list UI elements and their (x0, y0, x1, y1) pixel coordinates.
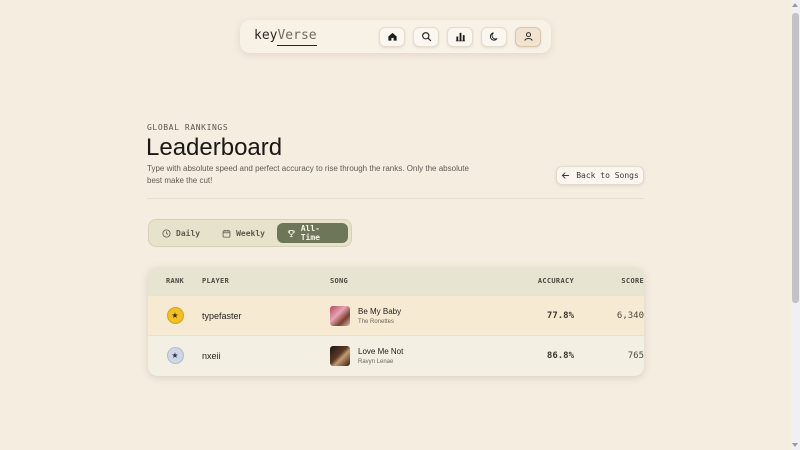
accuracy-value: 77.8% (546, 310, 574, 321)
back-to-songs-label: Back to Songs (576, 171, 639, 180)
accuracy-value: 86.8% (546, 350, 574, 361)
col-player: PLAYER (202, 277, 230, 285)
player-name[interactable]: nxeii (202, 351, 330, 361)
tab-daily[interactable]: Daily (152, 223, 210, 243)
arrow-left-icon (561, 172, 570, 179)
trophy-icon (287, 229, 295, 237)
table-row[interactable]: ★ typefaster Be My Baby The Ronettes 77.… (148, 295, 644, 335)
leaderboard-table: RANK PLAYER SONG ACCURACY SCORE ★ typefa… (148, 267, 644, 376)
album-art (330, 305, 350, 326)
search-button[interactable] (413, 26, 439, 47)
user-icon (523, 32, 533, 41)
tab-all-time-label: All-Time (300, 224, 320, 242)
player-name[interactable]: typefaster (202, 311, 330, 321)
song-artist: The Ronettes (358, 318, 395, 325)
col-accuracy: ACCURACY (537, 277, 574, 285)
col-rank: RANK (165, 277, 185, 285)
scroll-down-icon[interactable] (792, 443, 798, 447)
page-description: Type with absolute speed and perfect acc… (147, 164, 469, 185)
home-icon (387, 32, 397, 41)
song-cell[interactable]: Love Me Not Ravyn Lenae (330, 345, 500, 366)
theme-toggle-button[interactable] (481, 26, 507, 47)
section-eyebrow: GLOBAL RANKINGS (147, 123, 229, 132)
leaderboard-button[interactable] (447, 26, 473, 47)
score-value: 6,340 (616, 310, 644, 321)
album-art (330, 345, 350, 366)
top-navbar: keyVerse (240, 20, 551, 53)
calendar-icon (222, 229, 231, 238)
tab-daily-label: Daily (176, 228, 201, 238)
tab-weekly-label: Weekly (236, 228, 265, 238)
nav-buttons (379, 26, 541, 47)
scroll-up-icon[interactable] (792, 3, 798, 7)
rank-cell: ★ (148, 307, 202, 324)
song-info: Be My Baby The Ronettes (358, 307, 401, 325)
scroll-thumb[interactable] (792, 13, 799, 303)
col-score: SCORE (621, 277, 644, 285)
app-logo[interactable]: keyVerse (254, 28, 317, 46)
logo-text-verse: Verse (277, 28, 317, 43)
time-range-tabs: Daily Weekly All-Time (148, 219, 352, 247)
song-info: Love Me Not Ravyn Lenae (358, 347, 403, 365)
search-icon (421, 32, 431, 42)
bar-chart-icon (455, 32, 465, 42)
silver-star-icon: ★ (166, 347, 184, 364)
song-title: Love Me Not (358, 346, 404, 356)
page-title: Leaderboard (146, 134, 283, 161)
song-artist: Ravyn Lenae (358, 358, 394, 365)
profile-button[interactable] (515, 26, 541, 47)
col-song: SONG (330, 277, 349, 285)
clock-icon (162, 228, 171, 238)
header-divider (147, 198, 644, 199)
back-to-songs-button[interactable]: Back to Songs (556, 166, 644, 185)
logo-text-key: key (254, 28, 278, 43)
song-title: Be My Baby (358, 306, 402, 316)
page-scrollbar[interactable] (791, 0, 800, 450)
table-row[interactable]: ★ nxeii Love Me Not Ravyn Lenae 86.8% 76… (148, 335, 644, 375)
song-cell[interactable]: Be My Baby The Ronettes (330, 305, 500, 326)
rank-cell: ★ (148, 347, 202, 364)
score-value: 765 (627, 350, 644, 361)
tab-all-time[interactable]: All-Time (277, 223, 348, 243)
home-button[interactable] (379, 26, 405, 47)
gold-star-icon: ★ (166, 307, 184, 324)
moon-icon (489, 32, 497, 41)
tab-weekly[interactable]: Weekly (212, 223, 275, 243)
table-header: RANK PLAYER SONG ACCURACY SCORE (148, 267, 644, 295)
